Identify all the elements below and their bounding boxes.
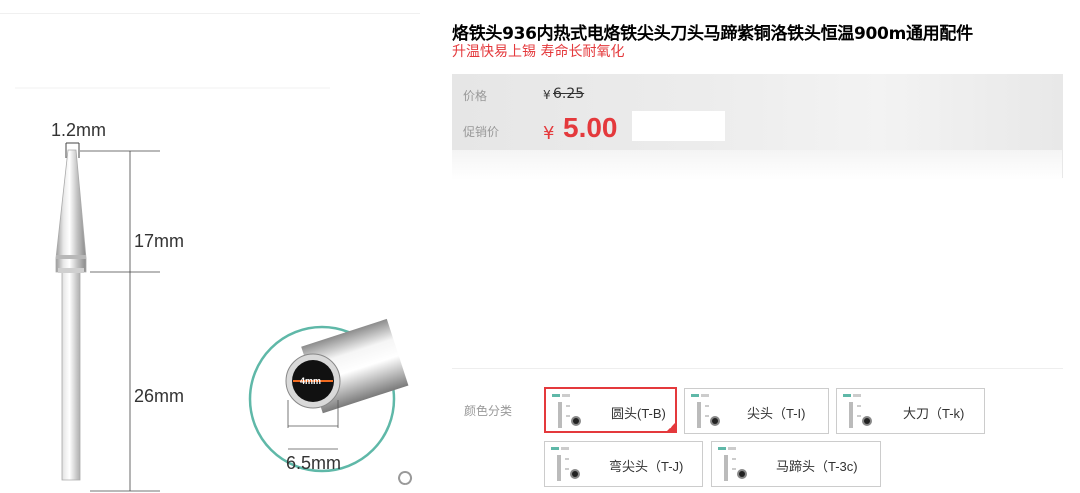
sku-option-label: 大刀（T-k) [903, 406, 965, 421]
product-info: 烙铁头936内热式电烙铁尖头刀头马蹄紫铜洛铁头恒温900m通用配件 升温快易上锡… [452, 0, 1080, 493]
promo-price: 5.00 [563, 112, 618, 143]
sku-option-knife[interactable]: 大刀（T-k) [836, 388, 985, 434]
sku-option-pointed[interactable]: 尖头（T-I) [684, 388, 829, 434]
inner-diameter-label: 4mm [300, 376, 322, 386]
price-panel: 价格 ¥ 6.25 促销价 ¥ 5.00 [452, 74, 1063, 180]
original-price: 6.25 [553, 86, 585, 102]
outer-diameter-label: 6.5mm [286, 453, 342, 473]
sku-option-label: 弯尖头（T-J) [609, 459, 684, 474]
promo-currency-symbol: ¥ [543, 123, 555, 144]
product-image: 1.2mm 17mm 26mm 4mm 6.5mm [0, 0, 440, 493]
divider [1062, 150, 1063, 178]
sku-option-horseshoe[interactable]: 马蹄头（T-3c) [711, 441, 881, 487]
currency-symbol: ¥ [543, 88, 551, 102]
upper-length-label: 17mm [134, 231, 185, 251]
check-icon: ✓ [668, 422, 675, 431]
redacted-area [632, 111, 725, 141]
option-thumbnail [843, 394, 872, 428]
sku-option-label: 圆头(T-B) [611, 406, 666, 421]
original-price-label: 价格 [463, 89, 488, 103]
option-thumbnail [691, 394, 720, 428]
lower-length-label: 26mm [134, 386, 185, 406]
tip-width-label: 1.2mm [51, 120, 107, 140]
option-thumbnail [718, 447, 747, 481]
sku-option-round[interactable]: 圆头(T-B) ✓ [544, 387, 677, 433]
promo-price-label: 促销价 [463, 125, 500, 139]
soldering-tip-illustration [15, 87, 413, 492]
sku-option-label: 尖头（T-I) [747, 406, 806, 421]
sku-label: 颜色分类 [464, 404, 513, 418]
sku-option-label: 马蹄头（T-3c) [776, 459, 858, 474]
divider [452, 368, 1063, 369]
option-thumbnail [551, 447, 580, 481]
option-thumbnail [552, 394, 581, 428]
product-subtitle: 升温快易上锡 寿命长耐氧化 [452, 44, 625, 60]
sku-option-bent[interactable]: 弯尖头（T-J) [544, 441, 703, 487]
